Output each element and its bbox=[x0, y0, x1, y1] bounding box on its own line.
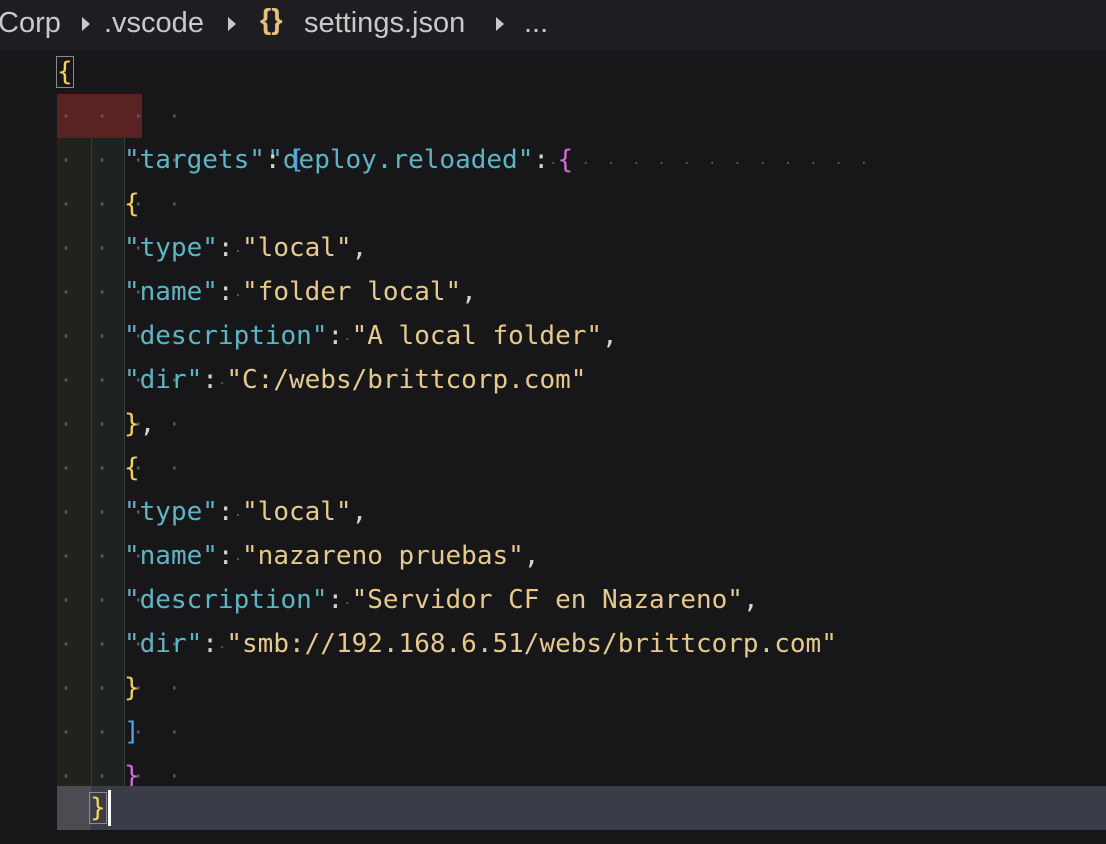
json-key: "dir" bbox=[124, 365, 203, 395]
json-key: "type" bbox=[124, 233, 218, 263]
colon: : bbox=[327, 585, 344, 615]
code-area[interactable]: { · · · · "deploy.reloaded":·{ · · · · ·… bbox=[0, 50, 1106, 844]
comma: , bbox=[602, 321, 618, 351]
comma: , bbox=[351, 497, 368, 527]
breadcrumb-item-corp[interactable]: Corp bbox=[0, 7, 61, 40]
breadcrumb-item-vscode[interactable]: .vscode bbox=[104, 7, 204, 40]
close-bracket: ] bbox=[124, 717, 140, 747]
comma: , bbox=[139, 409, 156, 439]
breadcrumb: Corp .vscode {} settings.json ... bbox=[0, 0, 1106, 50]
code-line-16: · · · · ] bbox=[0, 710, 1106, 754]
json-string: "folder local" bbox=[242, 277, 462, 307]
code-line-11: · · · · "type":·"local", bbox=[0, 490, 1106, 534]
root-open-brace: { bbox=[56, 56, 74, 88]
colon: : bbox=[327, 321, 344, 351]
colon: : bbox=[217, 233, 234, 263]
code-line-3: · · · · "targets":·[ bbox=[0, 138, 1106, 182]
json-key: "description" bbox=[124, 585, 328, 615]
breadcrumb-item-settings-json[interactable]: settings.json bbox=[304, 7, 465, 40]
code-line-14: · · · · "dir":·"smb://192.168.6.51/webs/… bbox=[0, 622, 1106, 666]
code-line-6: · · · · "name":·"folder local", bbox=[0, 270, 1106, 314]
code-line-10: · · · · { bbox=[0, 446, 1106, 490]
colon: : bbox=[202, 365, 218, 395]
json-string: "smb://192.168.6.51/webs/brittcorp.com" bbox=[226, 629, 837, 659]
code-line-15: · · · · } bbox=[0, 666, 1106, 710]
json-string: "A local folder" bbox=[351, 321, 603, 351]
close-brace: } bbox=[124, 673, 140, 703]
colon: : bbox=[202, 629, 218, 659]
colon: : bbox=[217, 497, 234, 527]
json-key: "dir" bbox=[124, 629, 203, 659]
current-line-highlight bbox=[57, 786, 1106, 830]
chevron-right-icon bbox=[228, 17, 236, 31]
json-string: "local" bbox=[242, 233, 352, 263]
code-line-4: · · · · { bbox=[0, 182, 1106, 226]
chevron-right-icon bbox=[82, 17, 90, 31]
close-brace: } bbox=[124, 409, 140, 439]
comma: , bbox=[742, 585, 759, 615]
code-line-9: · · · · }, bbox=[0, 402, 1106, 446]
open-brace: { bbox=[124, 453, 140, 483]
open-bracket: [ bbox=[288, 145, 305, 175]
code-line-5: · · · · "type":·"local", bbox=[0, 226, 1106, 270]
comma: , bbox=[523, 541, 540, 571]
json-key: "type" bbox=[124, 497, 218, 527]
json-string: "nazareno pruebas" bbox=[242, 541, 524, 571]
json-string: "Servidor CF en Nazareno" bbox=[351, 585, 743, 615]
json-key: "targets" bbox=[124, 145, 265, 175]
breadcrumb-item-ellipsis[interactable]: ... bbox=[524, 7, 548, 40]
code-line-7: · · · · "description":·"A local folder", bbox=[0, 314, 1106, 358]
json-key: "name" bbox=[124, 541, 218, 571]
json-string: "C:/webs/brittcorp.com" bbox=[226, 365, 587, 395]
json-key: "name" bbox=[124, 277, 218, 307]
code-line-18-current: } bbox=[0, 786, 1106, 830]
json-string: "local" bbox=[242, 497, 352, 527]
json-file-icon: {} bbox=[260, 4, 283, 36]
code-editor[interactable]: Corp .vscode {} settings.json ... { · · … bbox=[0, 0, 1106, 844]
colon: : bbox=[217, 277, 234, 307]
colon: : bbox=[217, 541, 234, 571]
code-line-1: { bbox=[0, 50, 1106, 94]
code-line-8: · · · · "dir":·"C:/webs/brittcorp.com" bbox=[0, 358, 1106, 402]
comma: , bbox=[461, 277, 477, 307]
text-cursor bbox=[108, 790, 111, 826]
root-close-brace: } bbox=[89, 792, 107, 824]
comma: , bbox=[351, 233, 368, 263]
code-line-13: · · · · "description":·"Servidor CF en N… bbox=[0, 578, 1106, 622]
json-key: "description" bbox=[124, 321, 328, 351]
code-line-12: · · · · "name":·"nazareno pruebas", bbox=[0, 534, 1106, 578]
chevron-right-icon bbox=[496, 17, 504, 31]
open-brace: { bbox=[124, 189, 140, 219]
colon: : bbox=[264, 145, 281, 175]
code-line-2: · · · · "deploy.reloaded":·{ · · · · · ·… bbox=[0, 94, 1106, 175]
